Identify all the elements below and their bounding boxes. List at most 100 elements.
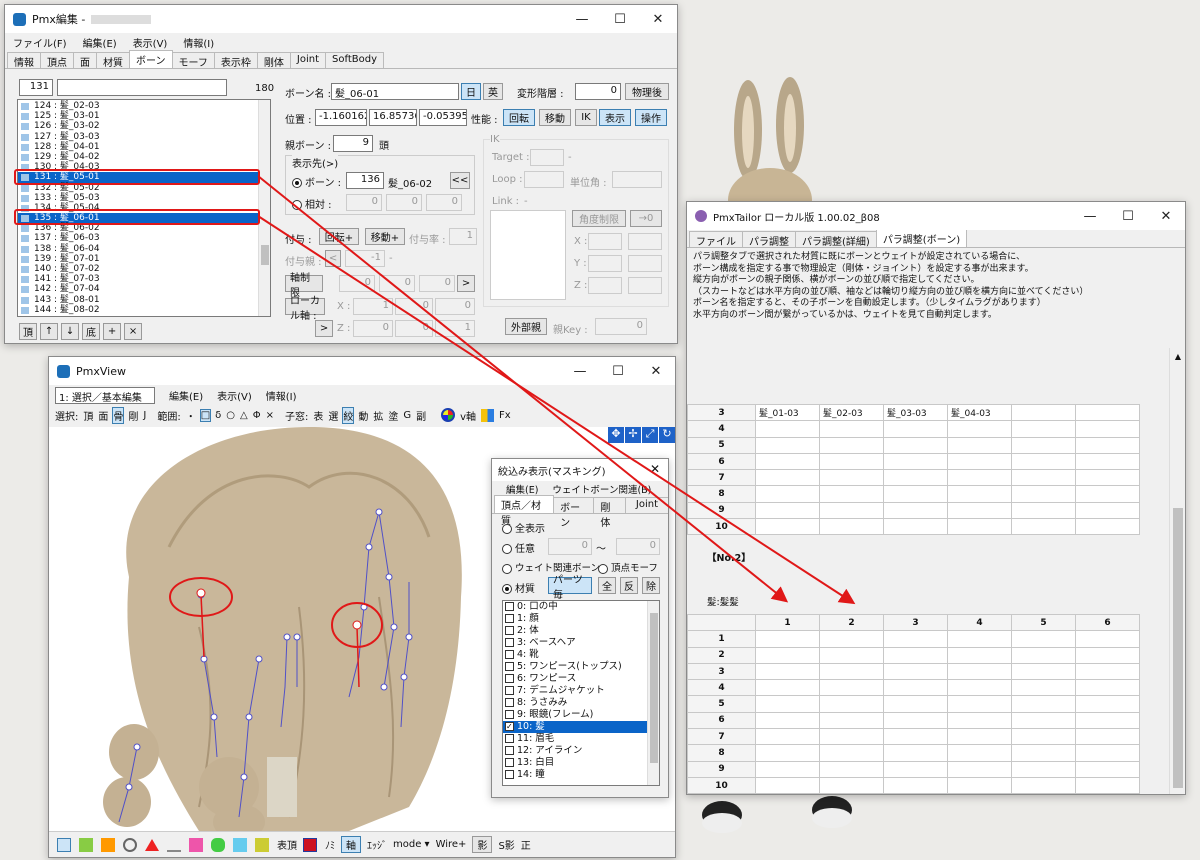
radio-weight-bone[interactable]: [502, 563, 512, 574]
filter-tab-bone[interactable]: ボーン: [553, 497, 595, 529]
bone-search-input[interactable]: [57, 79, 227, 96]
child-select-btn[interactable]: 選: [328, 408, 338, 423]
table-cell[interactable]: [755, 452, 820, 471]
arrow-zero-button[interactable]: →0: [630, 210, 662, 227]
table-cell[interactable]: [883, 452, 948, 471]
front-btn[interactable]: 正: [521, 837, 531, 852]
material-list-item[interactable]: 0: 口の中: [503, 601, 659, 613]
radio-material[interactable]: [502, 584, 512, 594]
color-icon[interactable]: [303, 837, 317, 852]
minimize-icon[interactable]: —: [563, 5, 601, 33]
material-list-item[interactable]: 9: 眼鏡(フレーム): [503, 709, 659, 721]
tailor-vscrollbar[interactable]: ▲: [1169, 348, 1185, 794]
table-cell[interactable]: [883, 695, 948, 713]
table-cell[interactable]: [883, 469, 948, 487]
table-cell[interactable]: [755, 679, 820, 697]
table-cell[interactable]: [1075, 679, 1140, 697]
material-scrollbar[interactable]: [647, 601, 659, 785]
table-cell[interactable]: [819, 452, 884, 471]
child-g-btn[interactable]: G: [403, 410, 411, 421]
radio-all[interactable]: [502, 524, 512, 534]
tab-morph[interactable]: モーフ: [171, 52, 215, 69]
material-list-item[interactable]: 12: アイライン: [503, 745, 659, 757]
radio-relative[interactable]: [292, 200, 302, 210]
close-icon[interactable]: ✕: [637, 357, 675, 385]
material-list-item[interactable]: 14: 瞳: [503, 769, 659, 781]
table-cell[interactable]: [1075, 760, 1140, 778]
table-cell[interactable]: [1011, 679, 1076, 697]
radio-bone[interactable]: [292, 178, 302, 188]
ik-x-min[interactable]: [588, 233, 622, 250]
material-list-item[interactable]: 11: 眉毛: [503, 733, 659, 745]
material-list-item[interactable]: 2: 体: [503, 625, 659, 637]
triangle-icon[interactable]: [145, 838, 159, 851]
table-cell[interactable]: [755, 728, 820, 746]
range-triangle-btn[interactable]: △: [240, 410, 248, 421]
view-menu-display[interactable]: 表示(V): [217, 388, 252, 403]
table-cell[interactable]: [819, 695, 884, 713]
target-pick-button[interactable]: <<: [450, 172, 470, 189]
table-cell[interactable]: [755, 469, 820, 487]
angle-limit-button[interactable]: 角度制限: [572, 210, 626, 227]
table-cell[interactable]: [819, 436, 884, 454]
sel-bone-btn[interactable]: 骨: [112, 406, 125, 424]
table-cell[interactable]: [1075, 728, 1140, 746]
child-move-btn[interactable]: 動: [358, 408, 368, 423]
range-delta-btn[interactable]: δ: [215, 410, 221, 421]
table-cell[interactable]: [1011, 403, 1076, 422]
table-cell[interactable]: [1011, 711, 1076, 730]
invert-button[interactable]: 反: [620, 577, 638, 594]
pmxview-titlebar[interactable]: PmxView — ☐ ✕: [49, 357, 675, 385]
cyan-icon[interactable]: [233, 837, 247, 852]
table-cell[interactable]: [947, 662, 1012, 681]
filter-tab-rigid[interactable]: 剛体: [593, 497, 626, 529]
maximize-icon[interactable]: ☐: [599, 357, 637, 385]
table-cell[interactable]: [755, 662, 820, 681]
table-cell[interactable]: [1075, 776, 1140, 794]
table-cell[interactable]: [755, 630, 820, 648]
table-cell[interactable]: [1075, 646, 1140, 664]
table-cell[interactable]: [947, 436, 1012, 454]
view-menu-info[interactable]: 情報(I): [266, 388, 297, 403]
view-menu-edit[interactable]: 編集(E): [169, 388, 203, 403]
table-cell[interactable]: [1011, 744, 1076, 762]
lang-en-button[interactable]: 英: [483, 83, 503, 100]
list-up-button[interactable]: ↑: [40, 323, 58, 340]
table-cell[interactable]: [1075, 518, 1140, 536]
rotate-gizmo-icon[interactable]: ↻: [659, 427, 675, 443]
local-x1-input[interactable]: 1: [353, 298, 393, 315]
material-list-item[interactable]: 7: デニムジャケット: [503, 685, 659, 697]
range-x-btn[interactable]: ×: [266, 410, 274, 421]
scale-gizmo-icon[interactable]: ⤢: [642, 427, 658, 443]
child-filter-btn[interactable]: 絞: [342, 406, 355, 424]
list-bottom-button[interactable]: 底: [82, 323, 100, 340]
table-cell[interactable]: [1075, 403, 1140, 422]
table-cell[interactable]: [883, 518, 948, 536]
table-cell[interactable]: [755, 744, 820, 762]
material-checkbox[interactable]: [505, 674, 514, 683]
ik-y-min[interactable]: [588, 255, 622, 272]
table-cell[interactable]: [1011, 420, 1076, 438]
menu-view[interactable]: 表示(V): [133, 35, 168, 50]
wire-icon[interactable]: [167, 838, 181, 852]
bone-list-item[interactable]: 137 : 髪_06-03: [18, 233, 270, 243]
grant-parent-input[interactable]: -1: [345, 250, 385, 267]
filter-menu-weight[interactable]: ウェイトボーン関連(B): [552, 482, 651, 496]
grant-rotate-button[interactable]: 回転+: [319, 228, 359, 245]
bone-index-input[interactable]: 131: [19, 79, 53, 96]
axis-limit-button[interactable]: 軸制限: [285, 273, 323, 299]
material-checkbox[interactable]: [505, 770, 514, 779]
table-cell[interactable]: [883, 436, 948, 454]
ik-z-max[interactable]: [628, 277, 662, 294]
table-cell[interactable]: [947, 679, 1012, 697]
bone-list-item[interactable]: 124 : 髪_02-03: [18, 101, 270, 111]
tailor-tab-param-bone[interactable]: パラ調整(ボーン): [875, 229, 968, 247]
bone-list[interactable]: 124 : 髪_02-03 125 : 髪_03-01 126 : 髪_03-02 1…: [17, 99, 271, 317]
grant-move-button[interactable]: 移動+: [365, 228, 405, 245]
material-list-item[interactable]: 8: うさみみ: [503, 697, 659, 709]
table-cell[interactable]: [819, 469, 884, 487]
table-cell[interactable]: [1011, 646, 1076, 664]
table-cell[interactable]: [1075, 420, 1140, 438]
table-cell[interactable]: [819, 646, 884, 664]
table-cell[interactable]: [1075, 695, 1140, 713]
